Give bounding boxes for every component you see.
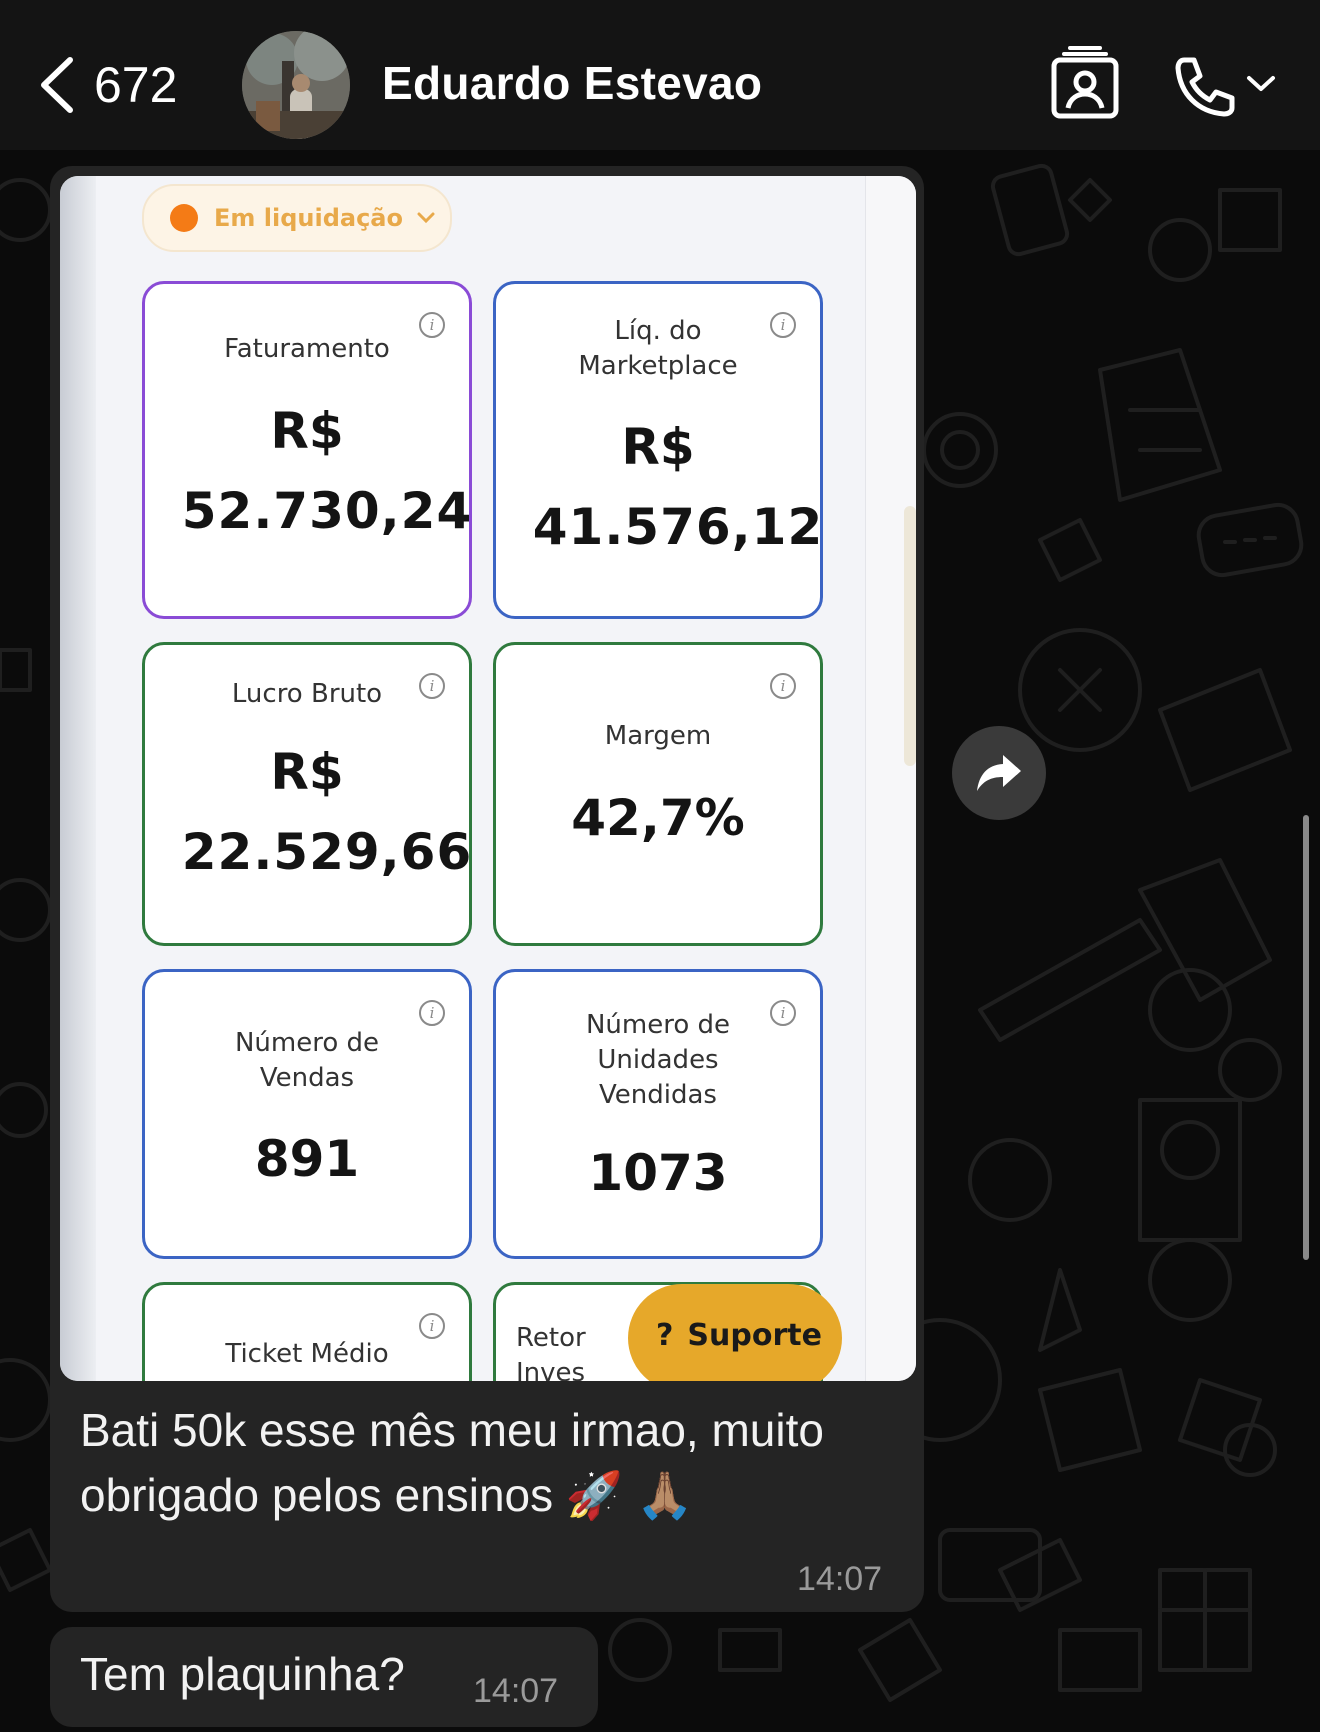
metric-card-liquido: i Líq. do Marketplace R$ 41.576,12 — [493, 281, 823, 619]
metric-card-faturamento: i Faturamento R$ 52.730,24 — [142, 281, 472, 619]
card-label: Retor Inves — [516, 1323, 586, 1381]
support-label: Suporte — [687, 1318, 822, 1353]
back-chevron-icon — [41, 57, 73, 113]
message-text: Bati 50k esse mês meu irmao, muito obrig… — [80, 1404, 824, 1521]
image-left-edge — [60, 176, 96, 1381]
card-label: Margem — [604, 721, 712, 751]
card-value: 52.730,24 — [181, 482, 473, 540]
status-dot-icon — [170, 204, 198, 232]
card-currency: R$ — [270, 402, 344, 460]
avatar[interactable] — [242, 31, 350, 139]
info-icon: i — [419, 1313, 445, 1339]
card-label: Ticket Médio — [225, 1339, 389, 1369]
chevron-down-icon — [1247, 76, 1275, 91]
forward-icon — [977, 755, 1021, 791]
card-label: Número de Vendas — [234, 1028, 380, 1093]
card-value: 42,7% — [571, 789, 745, 847]
metric-card-margem: i Margem 42,7% — [493, 642, 823, 946]
card-currency: R$ — [270, 743, 344, 801]
info-icon: i — [770, 673, 796, 699]
shared-image[interactable]: Em liquidação i Faturamento R$ 52.730,24… — [60, 176, 916, 1381]
call-button[interactable] — [1170, 54, 1280, 120]
metric-card-ticket: i Ticket Médio — [142, 1282, 472, 1381]
message-text: Tem plaquinha? — [80, 1648, 405, 1700]
status-dropdown: Em liquidação — [142, 184, 452, 252]
card-label: Líq. do Marketplace — [578, 316, 738, 381]
contact-card-button[interactable] — [1050, 46, 1120, 120]
status-label: Em liquidação — [214, 204, 403, 232]
chat-header: 672 Eduardo Estevao — [0, 0, 1320, 150]
chevron-down-icon — [417, 212, 435, 224]
support-button: ? Suporte — [628, 1284, 842, 1381]
phone-icon — [1175, 57, 1235, 117]
question-icon: ? — [656, 1318, 674, 1353]
chat-scrollbar[interactable] — [1303, 815, 1309, 1260]
message-time: 14:07 — [797, 1560, 883, 1598]
metric-card-vendas: i Número de Vendas 891 — [142, 969, 472, 1259]
card-label: Faturamento — [224, 334, 390, 364]
card-label: Número de Unidades Vendidas — [585, 1010, 731, 1110]
unread-count: 672 — [94, 57, 178, 113]
card-value: 1073 — [588, 1144, 728, 1202]
card-currency: R$ — [621, 418, 695, 476]
info-icon: i — [419, 1000, 445, 1026]
card-value: 41.576,12 — [532, 498, 824, 556]
back-button[interactable]: 672 — [34, 50, 224, 120]
forward-button[interactable] — [952, 726, 1046, 820]
metric-card-unidades: i Número de Unidades Vendidas 1073 — [493, 969, 823, 1259]
contact-card-icon — [1051, 46, 1119, 119]
image-scrollbar — [904, 506, 916, 766]
message-time: 14:07 — [473, 1672, 559, 1710]
card-value: 891 — [254, 1130, 360, 1188]
image-right-edge — [865, 176, 916, 1381]
card-label: Lucro Bruto — [231, 679, 383, 709]
card-value: 22.529,66 — [181, 823, 473, 881]
metric-card-lucro: i Lucro Bruto R$ 22.529,66 — [142, 642, 472, 946]
contact-name[interactable]: Eduardo Estevao — [382, 56, 762, 110]
